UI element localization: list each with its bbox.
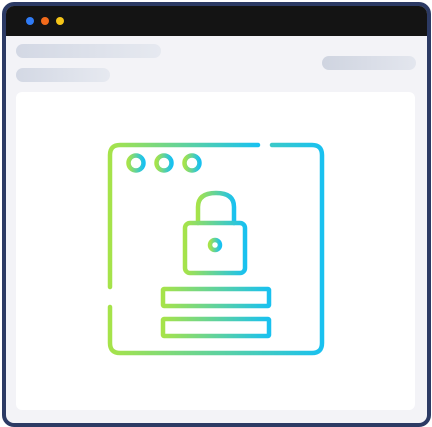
placeholder-subtitle-bar (16, 68, 110, 82)
placeholder-title-bar (16, 44, 161, 58)
window-maximize-button[interactable] (56, 17, 64, 25)
content-panel (16, 92, 415, 410)
window-minimize-button[interactable] (41, 17, 49, 25)
window-close-button[interactable] (26, 17, 34, 25)
browser-window (2, 2, 431, 427)
secure-browser-lock-icon (107, 142, 325, 356)
title-bar (6, 6, 427, 36)
placeholder-action-bar (322, 56, 416, 70)
